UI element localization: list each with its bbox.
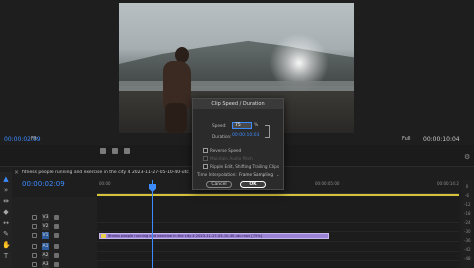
video-clip[interactable]: fitness people running and exercise in t… bbox=[99, 233, 329, 239]
duration-value[interactable]: 00:00:10:03 bbox=[232, 133, 259, 138]
ruler-label: 00:00:14:2 bbox=[437, 181, 459, 186]
track-header-a1: A1 bbox=[12, 243, 97, 250]
eye-icon[interactable] bbox=[54, 233, 59, 238]
track-target[interactable]: A1 bbox=[42, 243, 49, 250]
program-duration: 00:00:10:04 bbox=[423, 136, 460, 143]
close-icon[interactable]: × bbox=[14, 169, 19, 176]
settings-icon[interactable]: ⚙ bbox=[464, 154, 470, 161]
lock-icon[interactable] bbox=[32, 233, 37, 238]
clip-speed-dialog: Clip Speed / Duration Speed: 75 % Durati… bbox=[192, 98, 284, 190]
slip-icon[interactable]: ↔ bbox=[2, 219, 10, 227]
mute-icon[interactable] bbox=[54, 262, 59, 267]
hand-icon[interactable]: ✋ bbox=[2, 241, 11, 249]
time-interpolation-label: Time Interpolation: bbox=[197, 172, 237, 177]
reverse-speed-checkbox[interactable] bbox=[203, 148, 208, 153]
type-icon[interactable]: T bbox=[2, 252, 10, 260]
ok-button[interactable]: OK bbox=[240, 181, 266, 188]
ruler-label: 00:00 bbox=[99, 181, 111, 186]
track-target[interactable]: V1 bbox=[42, 232, 49, 239]
mute-icon[interactable] bbox=[54, 253, 59, 258]
track-header-v1: V1 bbox=[12, 232, 97, 239]
meter-label: -30 bbox=[464, 229, 471, 234]
ripple-edit-checkbox[interactable] bbox=[203, 164, 208, 169]
lock-icon[interactable] bbox=[32, 244, 37, 249]
maintain-audio-checkbox[interactable] bbox=[203, 156, 208, 161]
eye-icon[interactable] bbox=[54, 215, 59, 220]
fx-badge-icon bbox=[101, 234, 106, 238]
lock-icon[interactable] bbox=[32, 262, 37, 267]
lock-icon[interactable] bbox=[32, 215, 37, 220]
playhead[interactable] bbox=[152, 180, 153, 268]
track-header-a3: A3 bbox=[12, 261, 97, 268]
meter-label: -6 bbox=[465, 193, 469, 198]
duration-label: Duration: bbox=[212, 134, 232, 139]
track-target[interactable]: V2 bbox=[42, 223, 49, 230]
meter-label: -42 bbox=[464, 247, 471, 252]
track-header-v3: V3 bbox=[12, 214, 97, 221]
premiere-workspace: 00:00:02:09 Fit Full 00:00:10:04 ⚙ × fit… bbox=[0, 0, 474, 268]
ripple-edit-icon[interactable]: ⇹ bbox=[2, 197, 10, 205]
meter-label: -36 bbox=[464, 238, 471, 243]
go-to-in-icon[interactable] bbox=[124, 148, 130, 154]
meter-label: -18 bbox=[464, 211, 471, 216]
resolution-select[interactable]: Full bbox=[402, 136, 411, 142]
reverse-speed-label: Reverse Speed bbox=[210, 148, 242, 153]
pen-icon[interactable]: ✎ bbox=[2, 230, 10, 238]
mark-in-icon[interactable] bbox=[100, 148, 106, 154]
video-runner-body bbox=[163, 61, 191, 109]
track-select-icon[interactable]: » bbox=[2, 186, 10, 194]
meter-label: -24 bbox=[464, 220, 471, 225]
mark-out-icon[interactable] bbox=[112, 148, 118, 154]
ruler-label: 00:00:05:00 bbox=[315, 181, 340, 186]
mute-icon[interactable] bbox=[54, 244, 59, 249]
ripple-edit-label: Ripple Edit, Shifting Trailing Clips bbox=[210, 164, 280, 169]
chevron-down-icon[interactable]: ⌄ bbox=[276, 172, 280, 177]
dialog-title[interactable]: Clip Speed / Duration bbox=[193, 99, 283, 109]
maintain-audio-label: Maintain Audio Pitch bbox=[210, 156, 253, 161]
timeline-timecode[interactable]: 00:00:02:09 bbox=[22, 180, 65, 188]
eye-icon[interactable] bbox=[54, 224, 59, 229]
meter-label: -48 bbox=[464, 256, 471, 261]
video-railing bbox=[119, 81, 354, 91]
meter-label: -12 bbox=[464, 202, 471, 207]
track-target[interactable]: A3 bbox=[42, 261, 49, 268]
cancel-button[interactable]: Cancel bbox=[206, 181, 232, 188]
track-target[interactable]: A2 bbox=[42, 252, 49, 259]
video-runner-leg bbox=[165, 103, 187, 133]
track-target[interactable]: V3 bbox=[42, 214, 49, 221]
meter-label: 0 bbox=[465, 184, 469, 189]
lock-icon[interactable] bbox=[32, 224, 37, 229]
speed-unit: % bbox=[254, 123, 259, 128]
razor-icon[interactable]: ◆ bbox=[2, 208, 10, 216]
zoom-select[interactable]: Fit bbox=[31, 136, 37, 142]
track-header-v2: V2 bbox=[12, 223, 97, 230]
track-header-a2: A2 bbox=[12, 252, 97, 259]
tools-panel: ▲ » ⇹ ◆ ↔ ✎ ✋ T bbox=[0, 172, 12, 268]
selection-icon[interactable]: ▲ bbox=[2, 175, 10, 183]
audio-meter: 0 -6 -12 -18 -24 -30 -36 -42 -48 bbox=[462, 180, 472, 268]
time-interpolation-select[interactable]: Frame Sampling bbox=[239, 172, 277, 178]
speed-input[interactable]: 75 bbox=[232, 122, 252, 129]
link-icon[interactable] bbox=[265, 125, 270, 138]
speed-label: Speed: bbox=[212, 123, 227, 128]
lock-icon[interactable] bbox=[32, 253, 37, 258]
